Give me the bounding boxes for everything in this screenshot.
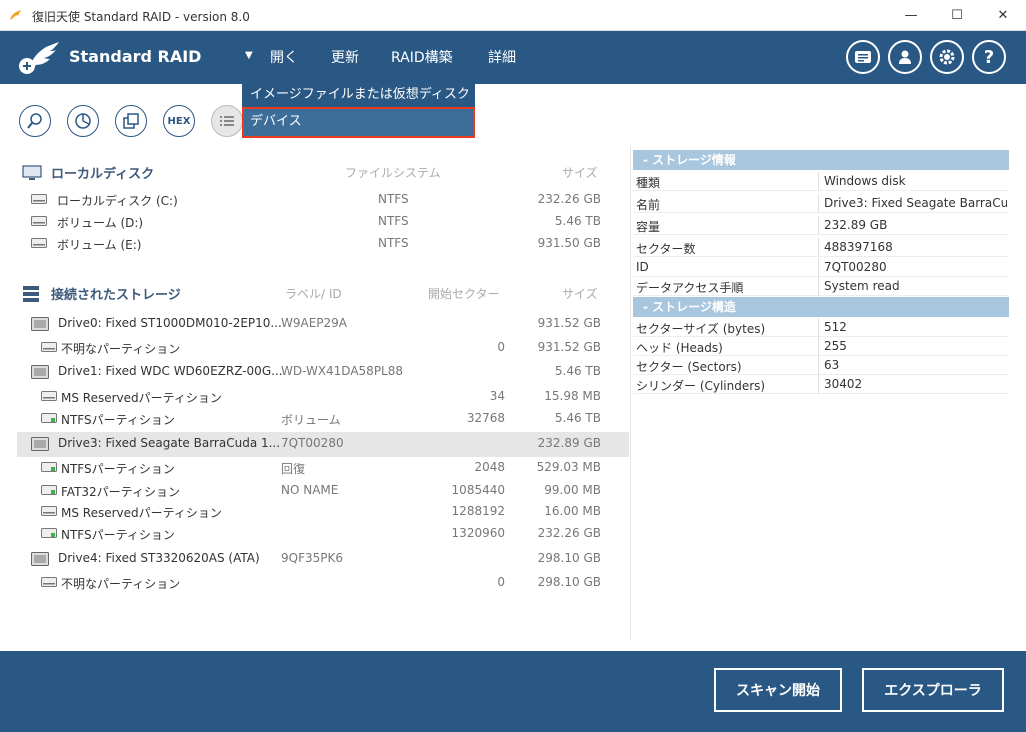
property-row: セクターサイズ (bytes) 512	[633, 318, 1009, 337]
volume-icon	[31, 238, 47, 248]
ntfs-partition-icon	[41, 413, 57, 423]
table-row[interactable]: Drive0: Fixed ST1000DM010-2EP10... W9AEP…	[17, 313, 629, 335]
gear-icon	[939, 49, 955, 65]
files-tool-button[interactable]	[115, 105, 147, 137]
volume-icon	[31, 216, 47, 226]
files-icon	[123, 113, 139, 129]
logo-icon	[19, 42, 59, 74]
property-row: ヘッド (Heads) 255	[633, 337, 1009, 356]
minimize-button[interactable]: —	[888, 0, 934, 31]
menu-item-device[interactable]: デバイス	[242, 107, 475, 138]
panel-divider[interactable]	[630, 146, 631, 640]
partition-icon	[41, 342, 57, 352]
open-dropdown-menu: イメージファイルまたは仮想ディスク デバイス	[242, 84, 475, 138]
storage-info-header[interactable]: - ストレージ情報	[633, 150, 1009, 170]
storage-structure-header[interactable]: - ストレージ構造	[633, 297, 1009, 317]
news-icon	[855, 51, 871, 63]
connected-storage-title: 接続されたストレージ	[51, 288, 181, 303]
table-row[interactable]: NTFSパーティション 回復 2048 529.03 MB	[17, 457, 629, 479]
table-row[interactable]: FAT32パーティション NO NAME 1085440 99.00 MB	[17, 480, 629, 502]
app-wing-icon	[10, 10, 22, 20]
list-icon	[220, 116, 234, 126]
hex-tool-button[interactable]: HEX	[163, 105, 195, 137]
explorer-button[interactable]: エクスプローラ	[862, 668, 1004, 712]
property-row: セクター数 488397168	[633, 238, 1009, 257]
fat32-partition-icon	[41, 485, 57, 495]
col-size-2: サイズ	[562, 287, 598, 301]
col-size: サイズ	[562, 166, 598, 180]
menu-raid[interactable]: RAID構築	[391, 47, 453, 67]
property-row: 容量 232.89 GB	[633, 216, 1009, 235]
window-title: 復旧天使 Standard RAID - version 8.0	[32, 10, 250, 24]
col-label-id: ラベル/ ID	[285, 287, 342, 301]
app-header: Standard RAID ▼ 開く 更新 RAID構築 詳細 ?	[0, 31, 1026, 84]
menu-open[interactable]: 開く	[270, 47, 298, 67]
question-icon: ?	[983, 46, 995, 68]
table-row-selected[interactable]: Drive3: Fixed Seagate BarraCuda 1... 7QT…	[17, 432, 629, 457]
table-row[interactable]: MS Reservedパーティション 1288192 16.00 MB	[17, 501, 629, 523]
table-row[interactable]: 不明なパーティション 0 298.10 GB	[17, 572, 629, 594]
property-row: セクター (Sectors) 63	[633, 356, 1009, 375]
settings-button[interactable]	[930, 40, 964, 74]
partition-icon	[41, 391, 57, 401]
account-button[interactable]	[888, 40, 922, 74]
help-button[interactable]: ?	[972, 40, 1006, 74]
col-start-sector: 開始セクター	[428, 287, 500, 301]
footer-bar: スキャン開始 エクスプローラ	[0, 651, 1026, 732]
partition-icon	[41, 506, 57, 516]
table-row[interactable]: NTFSパーティション 1320960 232.26 GB	[17, 523, 629, 545]
property-row: 種類 Windows disk	[633, 172, 1009, 191]
col-filesystem: ファイルシステム	[345, 166, 441, 180]
news-button[interactable]	[846, 40, 880, 74]
hard-drive-icon	[31, 317, 49, 331]
menu-details[interactable]: 詳細	[488, 47, 516, 67]
local-disk-title: ローカルディスク	[51, 167, 155, 182]
list-item[interactable]: ボリューム (D:) NTFS 5.46 TB	[17, 211, 629, 233]
table-row[interactable]: NTFSパーティション ボリューム 32768 5.46 TB	[17, 408, 629, 430]
start-scan-button[interactable]: スキャン開始	[714, 668, 842, 712]
storage-stack-icon	[23, 286, 39, 302]
list-tool-button[interactable]	[211, 105, 243, 137]
partition-icon	[41, 577, 57, 587]
hard-drive-icon	[31, 552, 49, 566]
table-row[interactable]: Drive4: Fixed ST3320620AS (ATA) 9QF35PK6…	[17, 548, 629, 570]
ntfs-partition-icon	[41, 462, 57, 472]
monitor-icon	[22, 165, 42, 180]
list-item[interactable]: ローカルディスク (C:) NTFS 232.26 GB	[17, 189, 629, 211]
property-row: 名前 Drive3: Fixed Seagate BarraCuda	[633, 194, 1009, 213]
pie-chart-icon	[75, 113, 91, 129]
menu-update[interactable]: 更新	[331, 47, 359, 67]
search-tool-button[interactable]	[19, 105, 51, 137]
list-item[interactable]: ボリューム (E:) NTFS 931.50 GB	[17, 233, 629, 255]
table-row[interactable]: MS Reservedパーティション 34 15.98 MB	[17, 386, 629, 408]
close-button[interactable]: ✕	[980, 0, 1026, 31]
maximize-button[interactable]: ☐	[934, 0, 980, 31]
chart-tool-button[interactable]	[67, 105, 99, 137]
title-bar: 復旧天使 Standard RAID - version 8.0 — ☐ ✕	[0, 0, 1026, 31]
hard-drive-icon	[31, 365, 49, 379]
table-row[interactable]: 不明なパーティション 0 931.52 GB	[17, 337, 629, 359]
menu-item-image-file[interactable]: イメージファイルまたは仮想ディスク	[242, 84, 475, 107]
hard-drive-icon	[31, 437, 49, 451]
magnifier-icon	[27, 113, 42, 129]
ntfs-partition-icon	[41, 528, 57, 538]
user-icon	[899, 50, 911, 64]
property-row: データアクセス手順 System read	[633, 277, 1009, 296]
volume-icon	[31, 194, 47, 204]
brand-name: Standard RAID	[69, 47, 202, 66]
property-row: シリンダー (Cylinders) 30402	[633, 375, 1009, 394]
table-row[interactable]: Drive1: Fixed WDC WD60EZRZ-00G... WD-WX4…	[17, 361, 629, 383]
caret-down-icon[interactable]: ▼	[245, 50, 253, 61]
property-row: ID 7QT00280	[633, 258, 1009, 277]
